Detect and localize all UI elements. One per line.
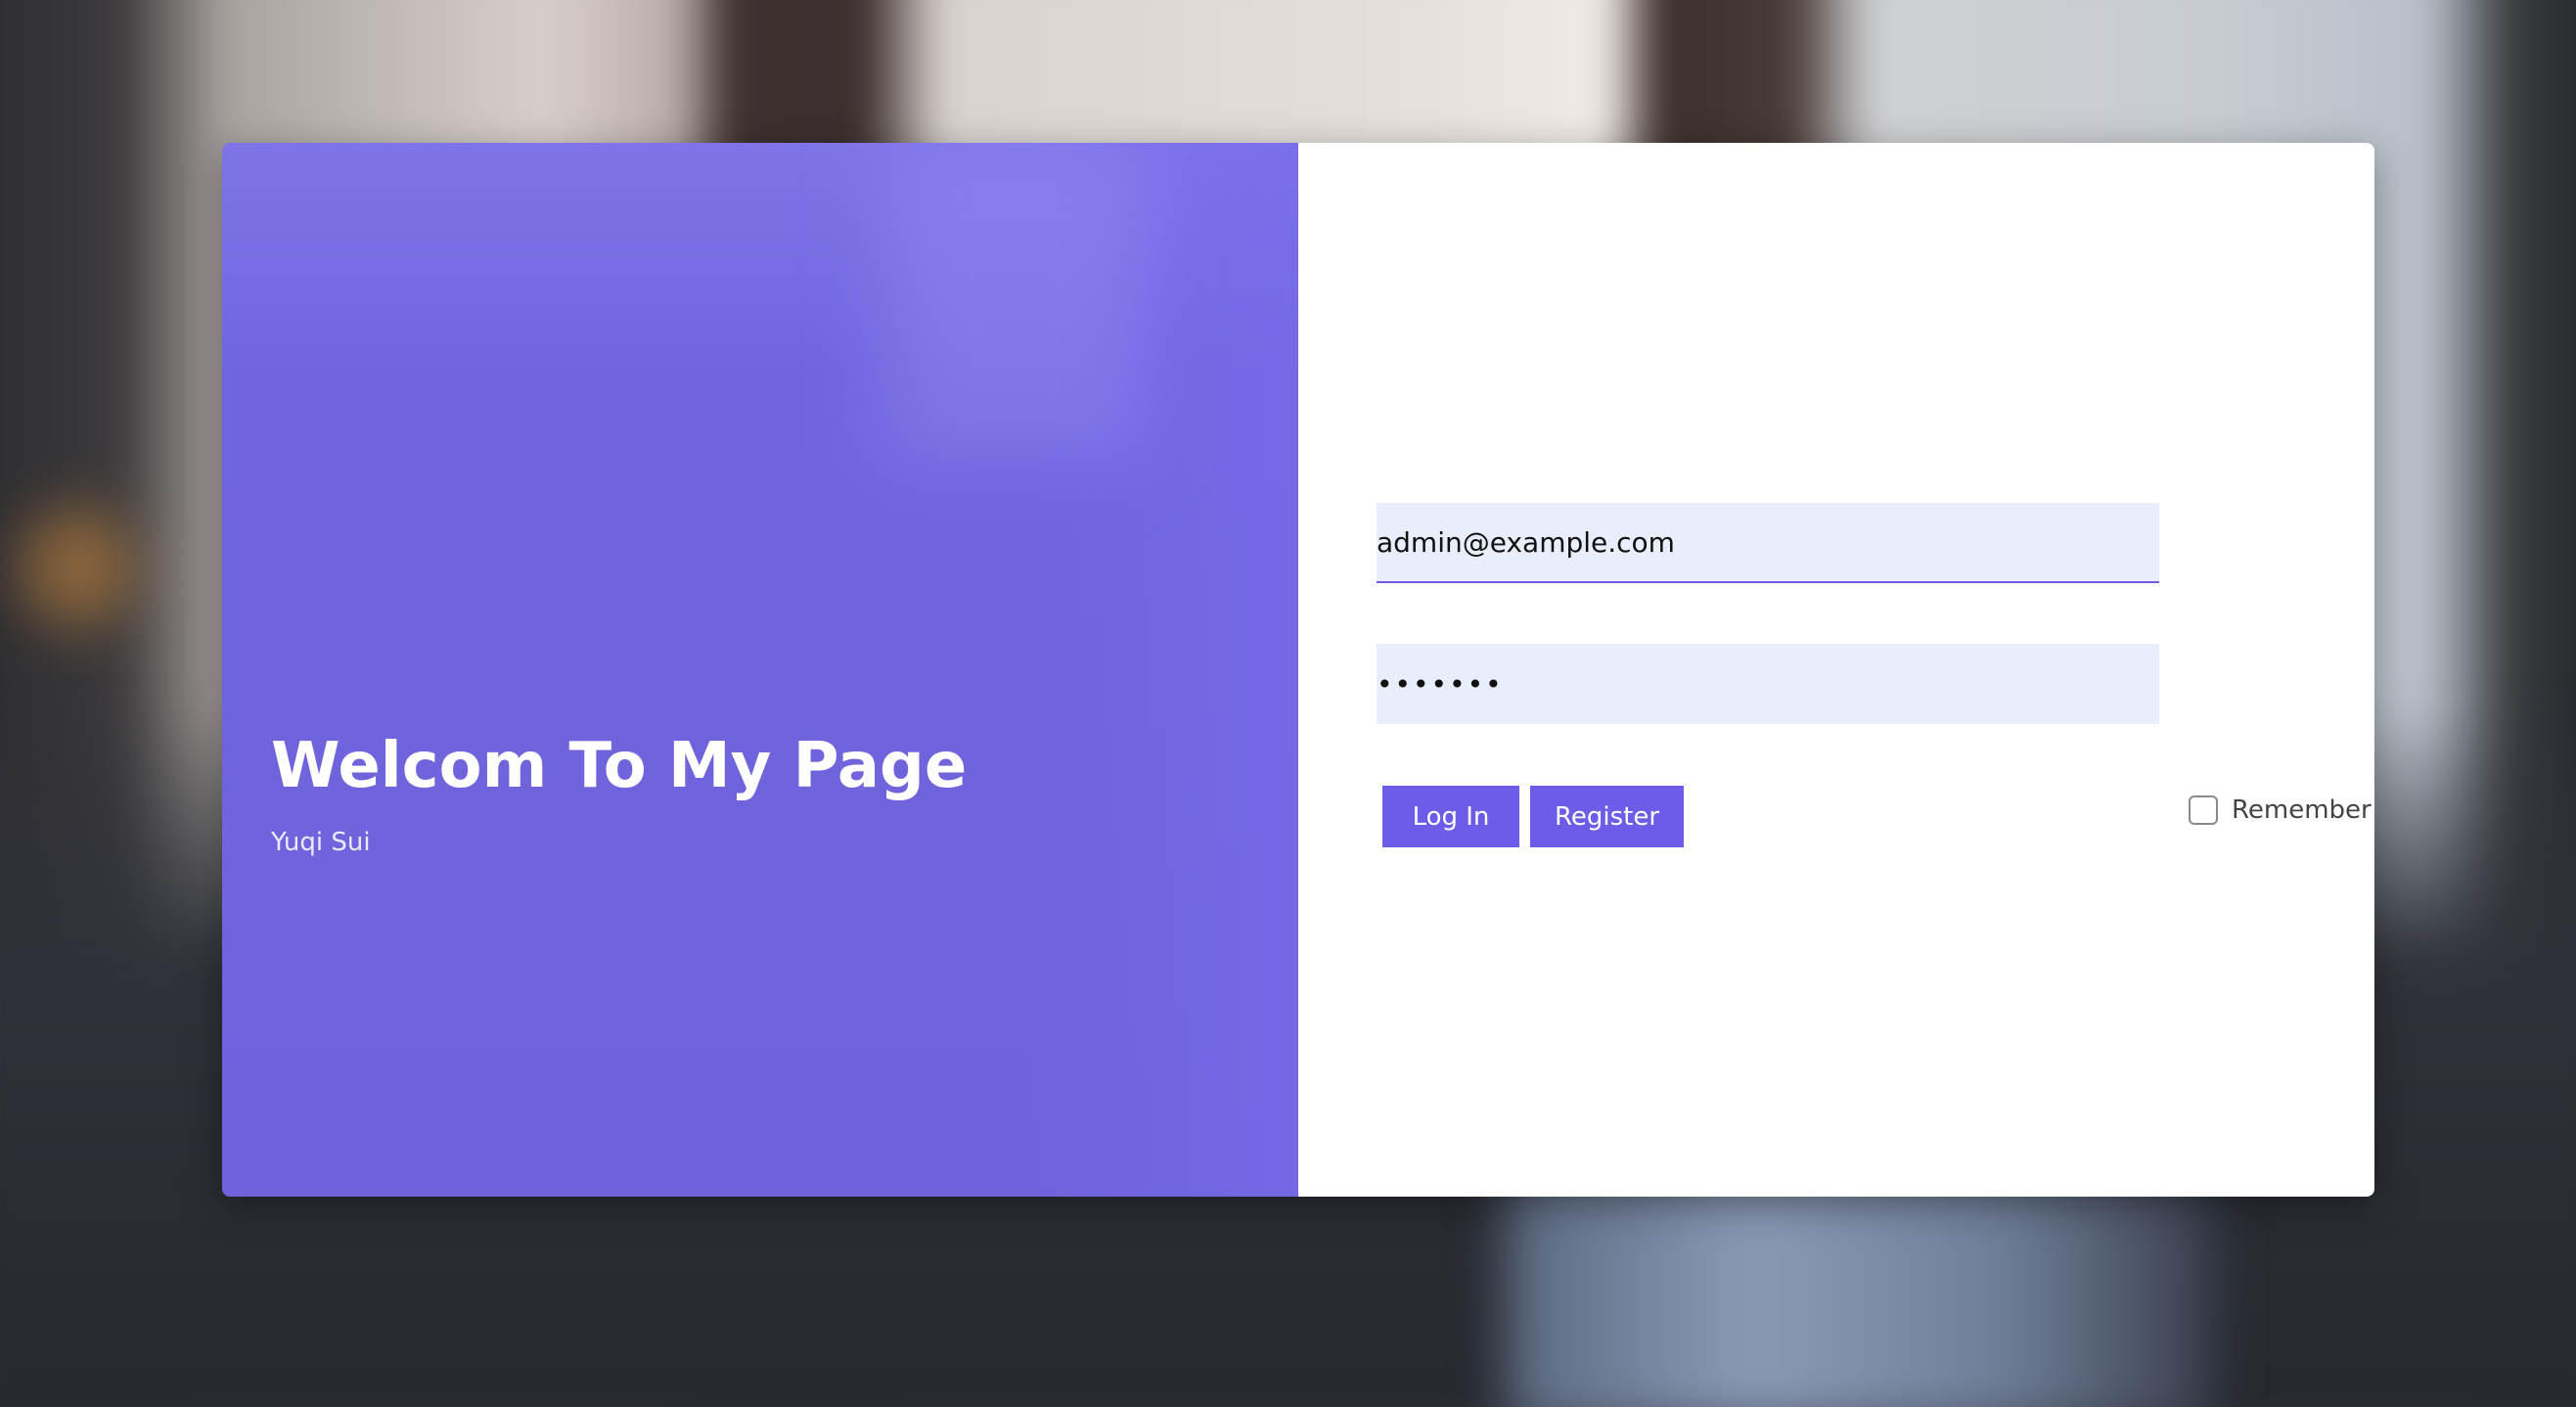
panel-sheen	[887, 143, 1142, 456]
remember-checkbox[interactable]	[2189, 795, 2218, 825]
email-input[interactable]	[1377, 503, 2159, 583]
login-card: Welcom To My Page Yuqi Sui Log In Regist…	[222, 143, 2374, 1197]
welcome-panel: Welcom To My Page Yuqi Sui	[222, 143, 1298, 1197]
register-button[interactable]: Register	[1530, 786, 1684, 847]
password-input[interactable]	[1377, 644, 2159, 724]
remember-label: Remember	[2232, 795, 2372, 825]
author-name: Yuqi Sui	[271, 828, 371, 857]
login-form: Log In Register Remember	[1298, 143, 2374, 1197]
remember-option[interactable]: Remember	[2189, 795, 2372, 825]
welcome-title: Welcom To My Page	[271, 730, 968, 802]
login-button[interactable]: Log In	[1382, 786, 1519, 847]
background-light	[20, 509, 137, 626]
